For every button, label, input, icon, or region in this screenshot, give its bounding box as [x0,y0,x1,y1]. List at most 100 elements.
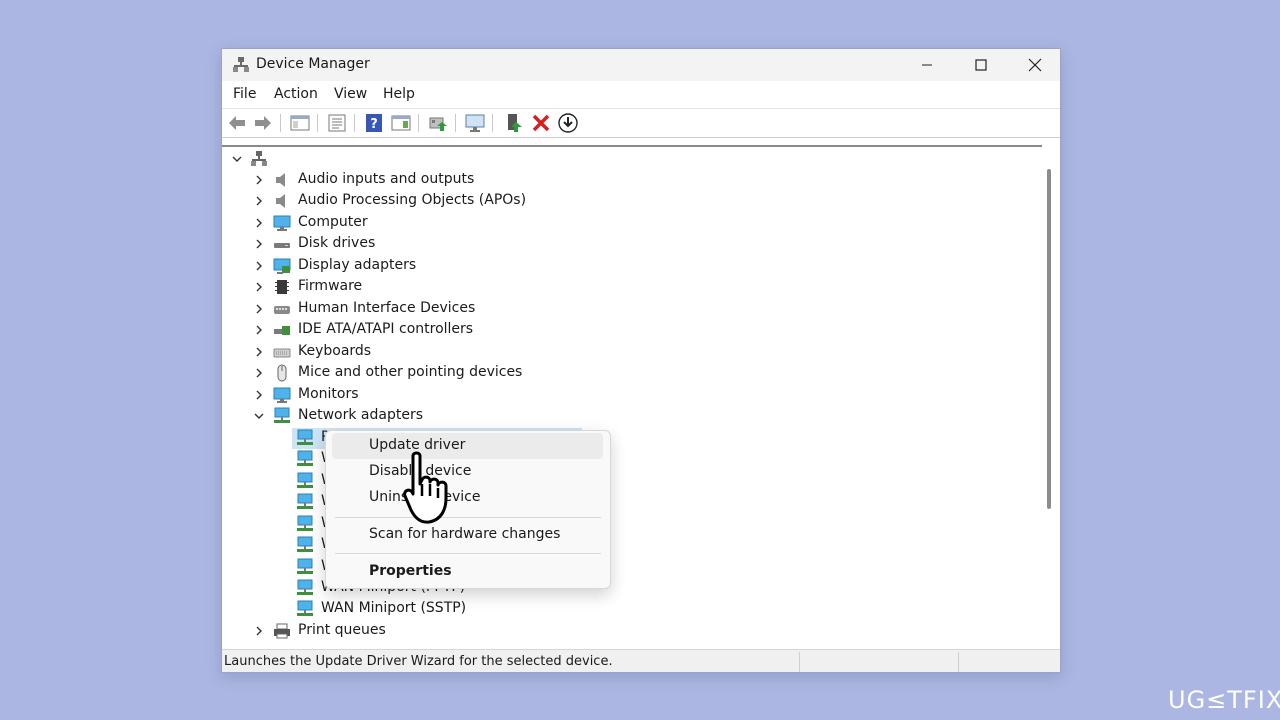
tree-item-display-adapters[interactable]: Display adapters [222,256,982,277]
network-adapter-icon [297,579,313,595]
help-button[interactable]: ? [363,112,385,134]
scan-hardware-button[interactable] [464,112,486,134]
menu-item-update-driver[interactable]: Update driver [332,433,603,459]
properties-button[interactable] [326,112,348,134]
title-bar[interactable]: Device Manager [222,49,1060,81]
chevron-right-icon[interactable] [254,390,264,400]
maximize-button[interactable] [958,49,1004,81]
device-manager-app-icon [233,57,249,72]
forward-button[interactable] [252,112,274,134]
tree-item-label: Network adapters [298,407,423,423]
action-pane-icon [391,115,411,131]
status-bar: Launches the Update Driver Wizard for th… [222,649,1060,672]
speaker-icon [276,194,285,208]
tree-item-network-child[interactable]: WAN Miniport (SSTP) [292,599,582,620]
network-adapter-icon [297,472,313,488]
chevron-right-icon[interactable] [254,282,264,292]
toolbar-separator [317,114,318,132]
tree-item-ide[interactable]: IDE ATA/ATAPI controllers [222,320,982,341]
chevron-right-icon[interactable] [254,304,264,314]
toolbar-separator [418,114,419,132]
uninstall-device-icon [532,114,550,132]
menu-help[interactable]: Help [383,86,415,102]
window-title: Device Manager [256,56,370,72]
hand-pointer-cursor-icon [403,451,448,524]
toolbar-separator [280,114,281,132]
tree-item-label: Computer [298,214,368,230]
disk-drive-icon [274,243,290,248]
tree-item-label: WAN Miniport (SSTP) [321,600,467,616]
tree-item-label: Monitors [298,386,359,402]
tree-item-print-queues[interactable]: Print queues [222,621,982,642]
menu-item-disable-device[interactable]: Disable device [332,459,603,485]
menu-item-uninstall-device[interactable]: Uninstall device [332,485,603,511]
chevron-right-icon[interactable] [254,368,264,378]
maximize-icon [975,59,987,71]
tree-item-audio-inputs[interactable]: Audio inputs and outputs [222,170,982,191]
status-divider [799,652,800,672]
tree-item-firmware[interactable]: Firmware [222,277,982,298]
network-adapter-icon [297,450,313,466]
menu-action[interactable]: Action [274,86,318,102]
chevron-right-icon[interactable] [254,325,264,335]
chevron-down-icon[interactable] [254,411,264,421]
tree-item-label: Audio Processing Objects (APOs) [298,192,527,208]
minimize-button[interactable] [904,49,950,81]
display-adapter-icon [273,258,291,274]
enable-device-icon [508,114,522,132]
tree-item-apos[interactable]: Audio Processing Objects (APOs) [222,191,982,212]
tree-item-disk-drives[interactable]: Disk drives [222,234,982,255]
svg-text:?: ? [370,117,378,132]
enable-device-button[interactable] [503,112,525,134]
network-adapter-icon [297,429,313,445]
hid-icon [274,306,290,314]
tree-item-computer[interactable]: Computer [222,213,982,234]
chevron-right-icon[interactable] [254,626,264,636]
network-adapter-icon [297,558,313,574]
download-icon [558,113,578,133]
network-adapter-icon [297,493,313,509]
tree-item-keyboards[interactable]: Keyboards [222,342,982,363]
chevron-right-icon[interactable] [254,261,264,271]
download-button[interactable] [557,112,579,134]
vertical-scrollbar[interactable] [1047,169,1051,509]
menu-separator [335,553,601,554]
chevron-right-icon[interactable] [254,196,264,206]
back-arrow-icon [229,116,245,130]
keyboard-icon [273,348,291,358]
back-button[interactable] [226,112,248,134]
monitor-icon [273,387,291,403]
toolbar: ? [222,109,1060,138]
tree-item-hid[interactable]: Human Interface Devices [222,299,982,320]
menu-item-scan-hardware[interactable]: Scan for hardware changes [332,522,603,548]
context-menu: Update driver Disable device Uninstall d… [325,430,611,589]
menu-view[interactable]: View [334,86,367,102]
network-adapter-icon [274,407,290,423]
chevron-right-icon[interactable] [254,218,264,228]
tree-item-label: IDE ATA/ATAPI controllers [298,321,474,337]
action-pane-button[interactable] [390,112,412,134]
chevron-right-icon[interactable] [254,239,264,249]
tree-item-label: Human Interface Devices [298,300,476,316]
tree-item-monitors[interactable]: Monitors [222,385,982,406]
tree-item-mice[interactable]: Mice and other pointing devices [222,363,982,384]
close-button[interactable] [1012,49,1058,81]
menu-item-label: Scan for hardware changes [369,526,561,542]
update-driver-button[interactable] [427,112,449,134]
status-divider [958,652,959,672]
scan-hardware-icon [465,114,485,132]
monitor-icon [273,215,291,231]
tree-item-label: Print queues [298,622,386,638]
uninstall-device-button[interactable] [530,112,552,134]
tree-item-network-adapters[interactable]: Network adapters [222,406,982,427]
chevron-down-icon[interactable] [232,154,242,164]
show-hide-console-tree-button[interactable] [289,112,311,134]
network-adapter-icon [297,600,313,616]
menu-bar: File Action View Help [222,81,1060,109]
tree-root[interactable] [222,149,982,170]
chevron-right-icon[interactable] [254,347,264,357]
menu-file[interactable]: File [233,86,256,102]
tree-item-label: Mice and other pointing devices [298,364,523,380]
menu-item-properties[interactable]: Properties [332,559,603,585]
chevron-right-icon[interactable] [254,175,264,185]
